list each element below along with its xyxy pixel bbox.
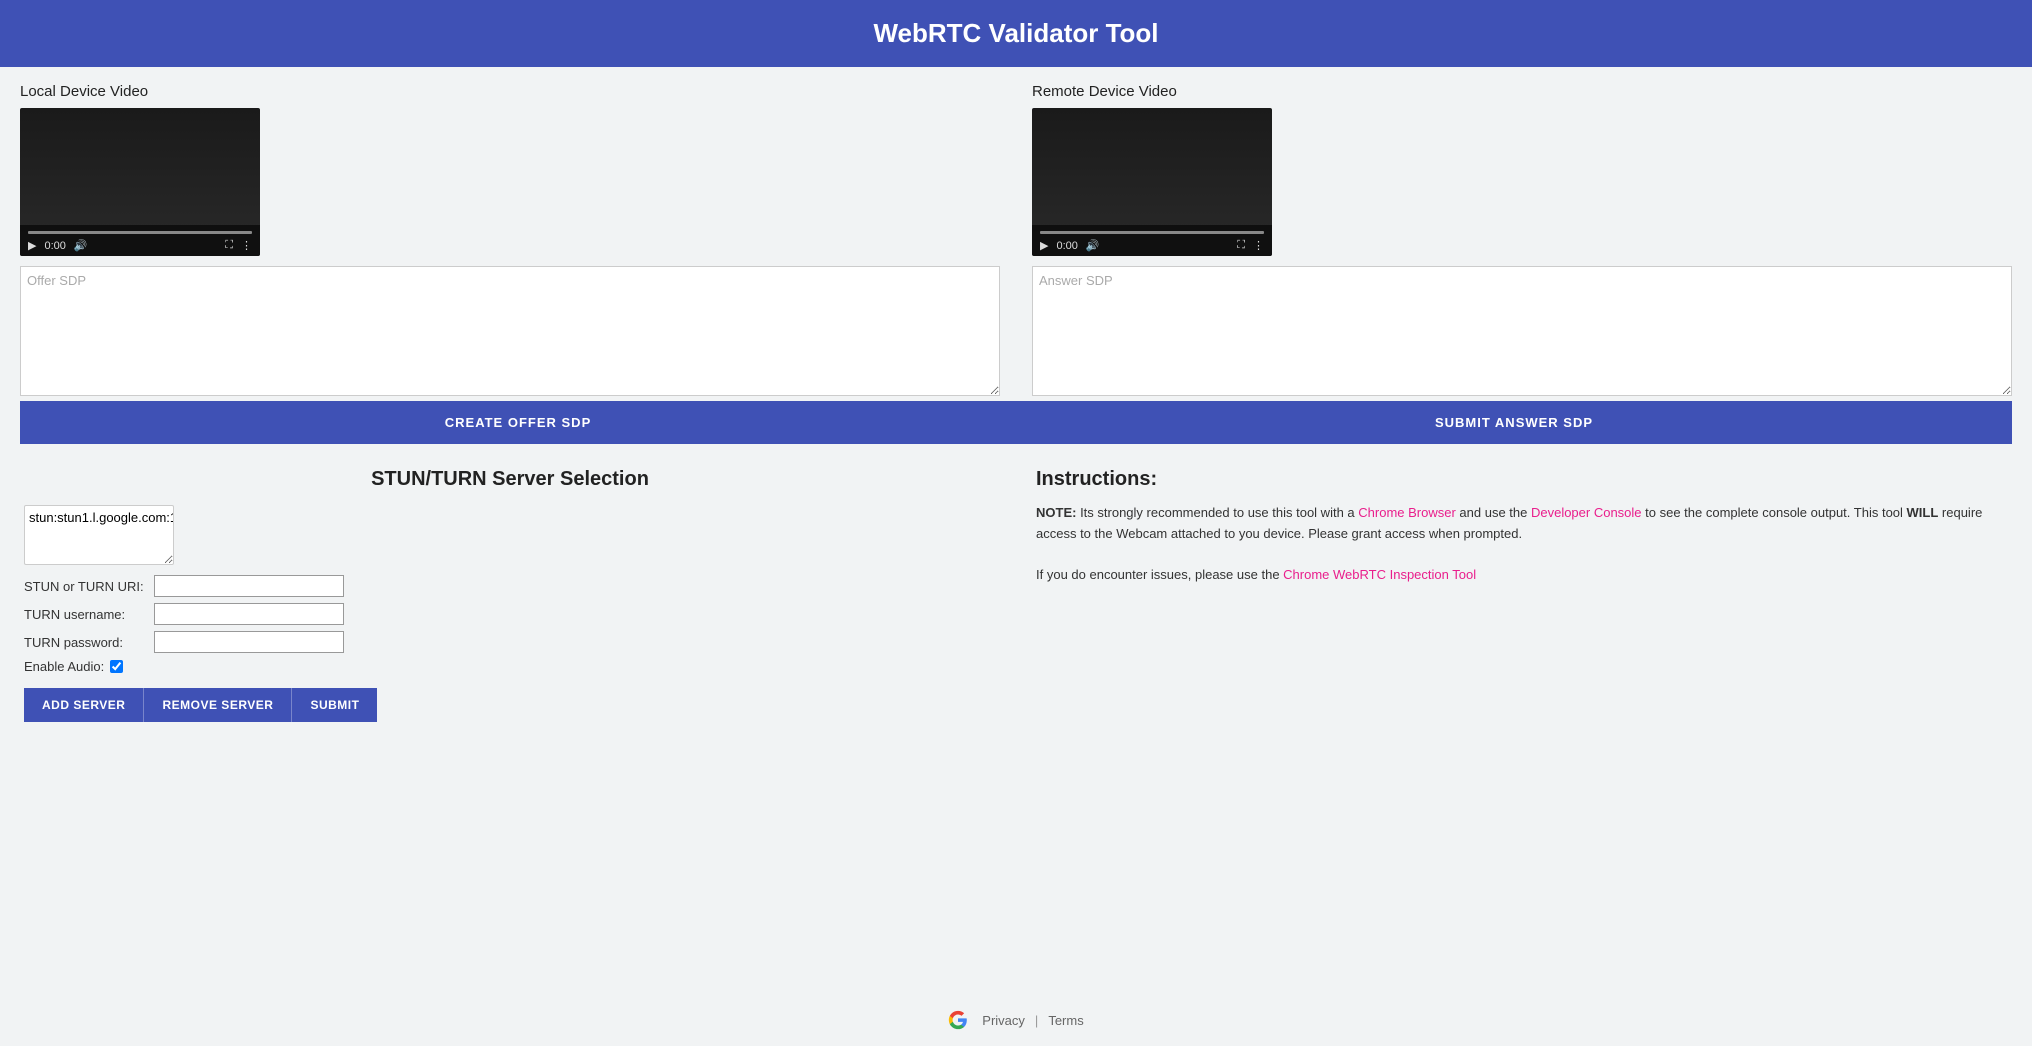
offer-sdp-textarea[interactable] <box>20 266 1000 396</box>
turn-username-label: TURN username: <box>24 607 154 622</box>
remote-more-icon[interactable]: ⋮ <box>1253 239 1264 252</box>
remote-video: ▶ 0:00 🔊 ⛶ ⋮ <box>1032 108 1272 256</box>
instructions-title: Instructions: <box>1036 468 2008 491</box>
submit-button[interactable]: SUBMIT <box>291 688 377 722</box>
local-video-progress[interactable] <box>28 231 252 234</box>
encounter-text: If you do encounter issues, please use t… <box>1036 567 1283 582</box>
turn-password-input[interactable] <box>154 631 344 653</box>
will-text: WILL <box>1907 505 1939 520</box>
footer-divider: | <box>1035 1013 1038 1028</box>
stun-section-title: STUN/TURN Server Selection <box>24 468 996 491</box>
note-text: Its strongly recommended to use this too… <box>1076 505 1358 520</box>
and-text: and use the <box>1456 505 1531 520</box>
add-server-button[interactable]: ADD SERVER <box>24 688 143 722</box>
note-label: NOTE: <box>1036 505 1076 520</box>
local-more-icon[interactable]: ⋮ <box>241 239 252 252</box>
turn-password-label: TURN password: <box>24 635 154 650</box>
dev-console-link[interactable]: Developer Console <box>1531 505 1642 520</box>
remote-video-progress[interactable] <box>1040 231 1264 234</box>
answer-sdp-textarea[interactable] <box>1032 266 2012 396</box>
local-video-label: Local Device Video <box>20 83 1000 100</box>
stun-uri-label: STUN or TURN URI: <box>24 579 154 594</box>
remote-fullscreen-icon[interactable]: ⛶ <box>1237 239 1245 252</box>
local-volume-icon[interactable]: 🔊 <box>74 239 88 252</box>
terms-link[interactable]: Terms <box>1048 1013 1083 1028</box>
turn-username-input[interactable] <box>154 603 344 625</box>
stun-server-list[interactable]: stun:stun1.l.google.com:19302 <box>24 505 174 565</box>
remote-volume-icon[interactable]: 🔊 <box>1086 239 1100 252</box>
chrome-browser-link[interactable]: Chrome Browser <box>1358 505 1456 520</box>
remove-server-button[interactable]: REMOVE SERVER <box>143 688 291 722</box>
remote-video-time: 0:00 <box>1056 240 1077 252</box>
enable-audio-label: Enable Audio: <box>24 659 104 674</box>
stun-uri-input[interactable] <box>154 575 344 597</box>
footer: Privacy | Terms <box>0 994 2032 1046</box>
privacy-link[interactable]: Privacy <box>982 1013 1025 1028</box>
create-offer-button[interactable]: CREATE OFFER SDP <box>20 401 1016 444</box>
instructions-body: NOTE: Its strongly recommended to use th… <box>1036 503 2008 586</box>
submit-answer-button[interactable]: SUBMIT ANSWER SDP <box>1016 401 2012 444</box>
local-fullscreen-icon[interactable]: ⛶ <box>225 239 233 252</box>
google-icon <box>948 1010 968 1030</box>
local-play-icon[interactable]: ▶ <box>28 239 36 252</box>
inspection-link[interactable]: Chrome WebRTC Inspection Tool <box>1283 567 1476 582</box>
page-title: WebRTC Validator Tool <box>873 18 1158 48</box>
page-header: WebRTC Validator Tool <box>0 0 2032 67</box>
stun-server-option[interactable]: stun:stun1.l.google.com:19302 <box>29 510 169 526</box>
remote-video-label: Remote Device Video <box>1032 83 2012 100</box>
remote-play-icon[interactable]: ▶ <box>1040 239 1048 252</box>
rest-text: to see the complete console output. This… <box>1642 505 1907 520</box>
local-video: ▶ 0:00 🔊 ⛶ ⋮ <box>20 108 260 256</box>
enable-audio-checkbox[interactable] <box>110 660 123 673</box>
local-video-time: 0:00 <box>44 240 65 252</box>
